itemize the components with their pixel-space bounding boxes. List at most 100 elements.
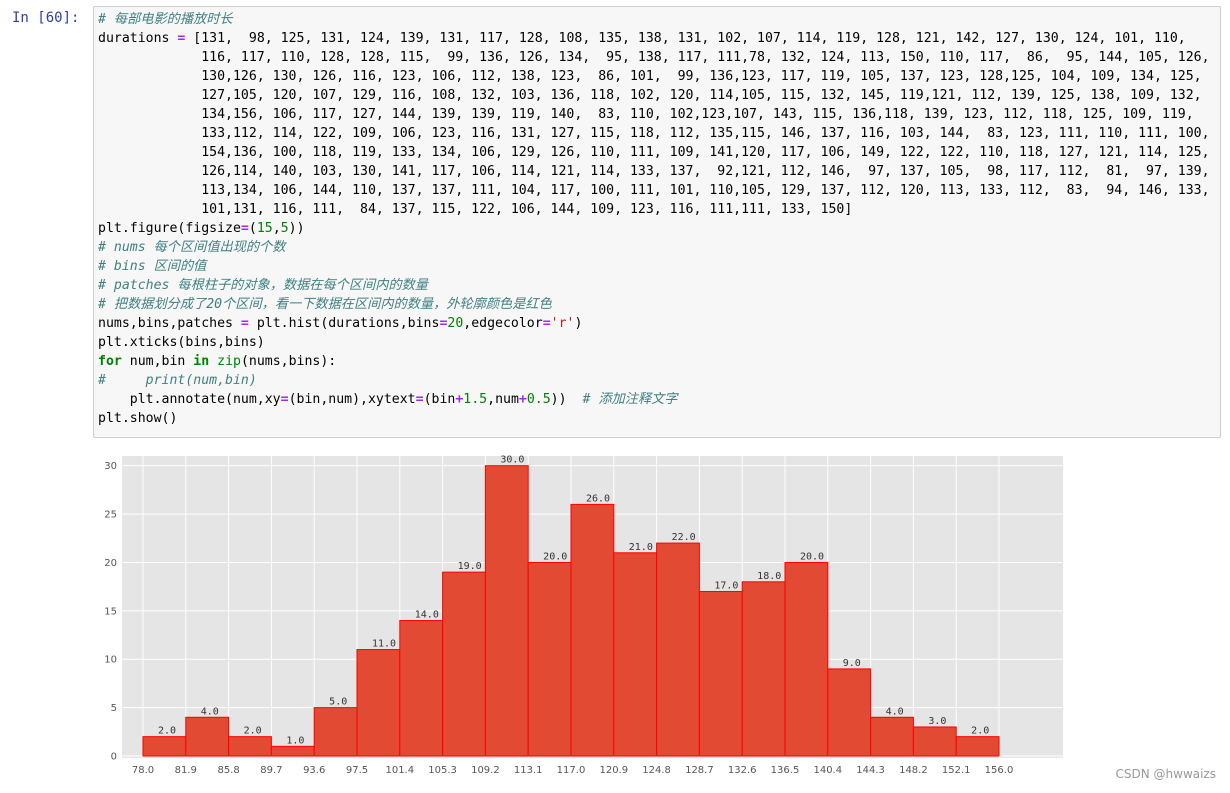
code-editor[interactable]: # 每部电影的播放时长 durations = [131, 98, 125, 13…	[94, 7, 1220, 428]
x-tick-label: 81.9	[175, 765, 197, 776]
code-token: 133,112, 114, 122, 109, 106, 123, 116, 1…	[98, 126, 1210, 141]
cell-prompt: In [60]:	[12, 10, 80, 26]
code-line: # 每部电影的播放时长	[98, 10, 1220, 29]
x-tick-label: 97.5	[346, 765, 368, 776]
code-token: =	[240, 316, 249, 331]
code-token: ))	[288, 221, 305, 236]
code-token: =	[240, 221, 249, 236]
code-line: # nums 每个区间值出现的个数	[98, 238, 1220, 257]
bar-value-label: 2.0	[971, 726, 989, 737]
code-token: 130,126, 130, 126, 116, 123, 106, 112, 1…	[98, 69, 1202, 84]
histogram-chart: 0 5 10 15 20 25 30 78.0 81.9 85.8 89.7 93.6 97.5 101.…	[104, 455, 1063, 776]
code-token: 126,114, 140, 103, 130, 141, 117, 106, 1…	[98, 164, 1210, 179]
code-token: 1.5	[463, 392, 488, 407]
bar-value-label: 22.0	[672, 532, 696, 543]
x-tick-label: 148.2	[899, 765, 928, 776]
code-token: durations	[98, 31, 178, 46]
code-token: 154,136, 100, 118, 119, 133, 134, 106, 1…	[98, 145, 1210, 160]
code-token: in	[193, 354, 210, 369]
y-tick-label: 20	[104, 558, 117, 569]
histogram-bar	[570, 503, 615, 757]
bar-value-label: 21.0	[629, 542, 653, 553]
bar-value-label: 20.0	[543, 551, 567, 562]
code-token: # patches 每根柱子的对象，数据在每个区间内的数量	[98, 278, 428, 293]
code-line: plt.figure(figsize=(15,5))	[98, 219, 1220, 238]
code-token: 0.5	[526, 392, 551, 407]
code-token: +	[518, 392, 527, 407]
watermark: CSDN @hwwaizs	[1115, 767, 1217, 781]
code-line: 133,112, 114, 122, 109, 106, 123, 116, 1…	[98, 124, 1220, 143]
x-tick-label: 117.0	[557, 765, 586, 776]
bar-value-label: 2.0	[158, 726, 176, 737]
bar-value-label: 17.0	[714, 580, 738, 591]
y-tick-label: 0	[111, 752, 117, 763]
x-tick-label: 101.4	[385, 765, 414, 776]
code-token: plt.hist(durations,bins	[248, 316, 440, 331]
x-tick-label: 113.1	[514, 765, 543, 776]
histogram-bar	[741, 581, 786, 757]
code-token: 20	[447, 316, 464, 331]
code-line: 130,126, 130, 126, 116, 123, 106, 112, 1…	[98, 67, 1220, 86]
code-token: (nums,bins):	[240, 354, 337, 369]
code-token: 116, 117, 110, 128, 128, 115, 99, 136, 1…	[98, 50, 1210, 65]
histogram-bar	[827, 668, 872, 757]
histogram-bar	[228, 736, 272, 757]
bar-value-label: 3.0	[928, 716, 946, 727]
bar-value-label: 9.0	[843, 658, 861, 669]
y-tick-label: 30	[104, 461, 117, 472]
code-token: =	[280, 392, 289, 407]
code-token: )	[574, 316, 583, 331]
x-tick-label: 85.8	[217, 765, 239, 776]
code-token: plt.xticks(bins,bins)	[98, 335, 265, 350]
x-tick-label: 93.6	[303, 765, 325, 776]
code-token: =	[415, 392, 424, 407]
code-token: # 把数据划分成了20个区间，看一下数据在区间内的数量，外轮廓颜色是红色	[98, 297, 552, 312]
y-tick-label: 5	[111, 703, 117, 714]
x-tick-label: 132.6	[728, 765, 757, 776]
code-line: 101,131, 116, 111, 84, 137, 115, 122, 10…	[98, 200, 1220, 219]
bar-value-label: 14.0	[415, 610, 439, 621]
code-token: plt.figure(figsize	[98, 221, 241, 236]
cell-output: 0 5 10 15 20 25 30 78.0 81.9 85.8 89.7 93.6 97.5 101.…	[100, 448, 1070, 778]
bar-value-label: 18.0	[757, 571, 781, 582]
bar-value-label: 4.0	[886, 706, 904, 717]
code-token: 5	[280, 221, 289, 236]
code-line: plt.annotate(num,xy=(bin,num),xytext=(bi…	[98, 390, 1220, 409]
code-token: 101,131, 116, 111, 84, 137, 115, 122, 10…	[98, 202, 853, 217]
code-line: 116, 117, 110, 128, 128, 115, 99, 136, 1…	[98, 48, 1220, 67]
bar-value-label: 19.0	[458, 561, 482, 572]
x-tick-label: 120.9	[599, 765, 628, 776]
histogram-bar	[142, 736, 187, 757]
x-tick-label: 128.7	[685, 765, 714, 776]
code-cell[interactable]: # 每部电影的播放时长 durations = [131, 98, 125, 13…	[93, 6, 1221, 438]
code-line: for num,bin in zip(nums,bins):	[98, 352, 1220, 371]
code-line: plt.xticks(bins,bins)	[98, 333, 1220, 352]
code-line: # print(num,bin)	[98, 371, 1220, 390]
bar-value-label: 11.0	[372, 639, 396, 650]
histogram-bar	[527, 561, 572, 757]
code-token: # 添加注释文字	[582, 392, 678, 407]
bar-value-label: 20.0	[800, 551, 824, 562]
x-tick-label: 144.3	[856, 765, 885, 776]
code-line: nums,bins,patches = plt.hist(durations,b…	[98, 314, 1220, 333]
code-token: ,	[272, 221, 281, 236]
y-tick-label: 10	[104, 655, 117, 666]
x-tick-label: 156.0	[985, 765, 1014, 776]
code-line: 134,156, 106, 117, 127, 144, 139, 139, 1…	[98, 105, 1220, 124]
x-tick-label: 136.5	[771, 765, 800, 776]
bar-value-label: 26.0	[586, 493, 610, 504]
bar-value-label: 1.0	[286, 735, 304, 746]
histogram-bar	[613, 552, 658, 757]
code-token: 113,134, 106, 144, 110, 137, 137, 111, 1…	[98, 183, 1210, 198]
histogram-bar	[442, 571, 486, 757]
code-line: 154,136, 100, 118, 119, 133, 134, 106, 1…	[98, 143, 1220, 162]
code-token: ))	[550, 392, 583, 407]
code-token: # print(num,bin)	[98, 373, 257, 388]
x-tick-label: 89.7	[260, 765, 282, 776]
x-tick-label: 152.1	[942, 765, 971, 776]
code-token: 134,156, 106, 117, 127, 144, 139, 139, 1…	[98, 107, 1194, 122]
code-token: (	[248, 221, 257, 236]
x-tick-label: 124.8	[642, 765, 671, 776]
histogram-bar	[912, 726, 957, 757]
